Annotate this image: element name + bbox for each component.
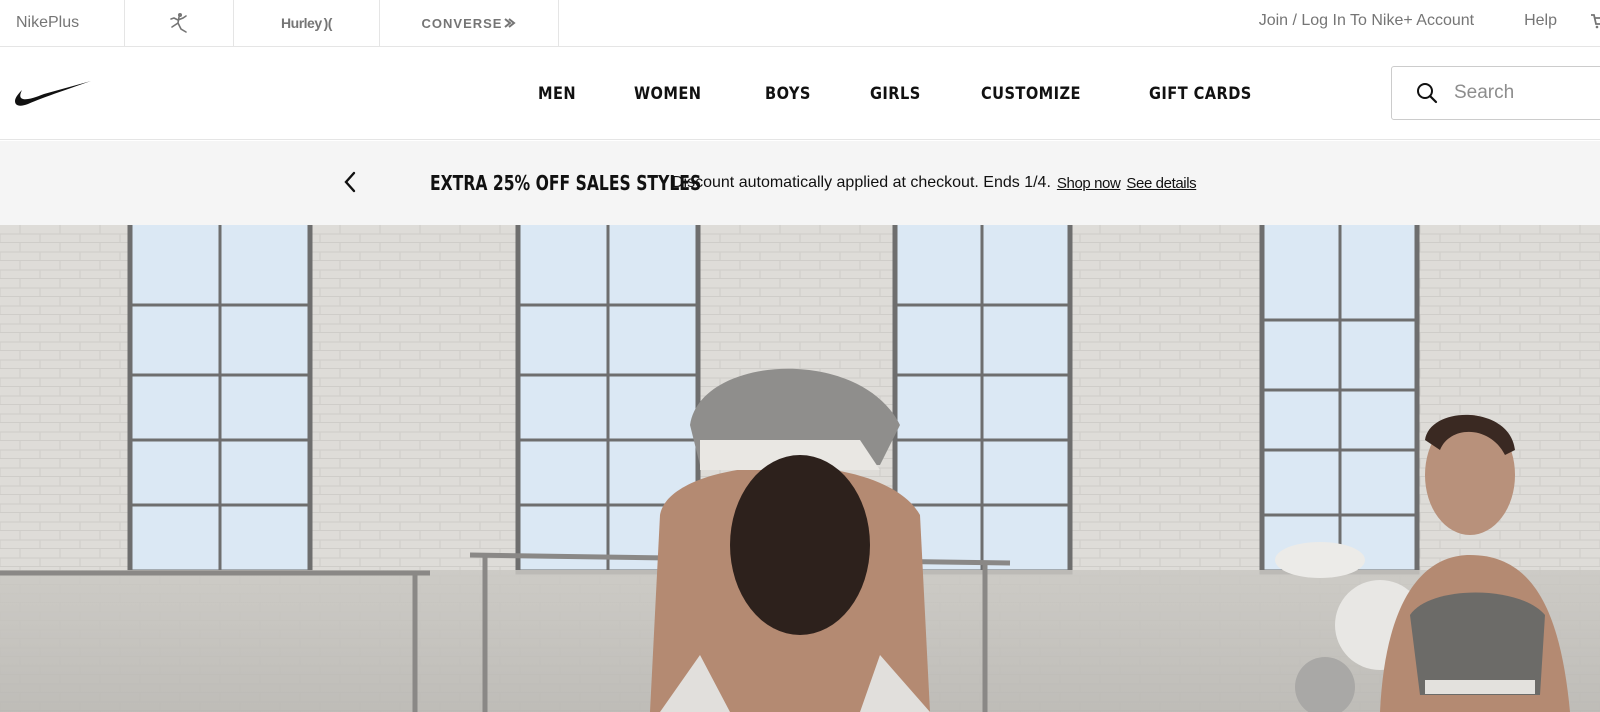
utility-bar: NikePlus Hurley )( CONVERSE Join / Log I… [0, 0, 1600, 47]
chevron-left-icon [344, 171, 356, 193]
search-icon[interactable] [1416, 82, 1438, 104]
hero-illustration [0, 225, 1600, 712]
converse-logo: CONVERSE [421, 15, 503, 31]
search-input[interactable] [1454, 82, 1594, 104]
primary-nav: MEN WOMEN BOYS GIRLS CUSTOMIZE GIFT CARD… [538, 47, 1321, 140]
jordan-jumpman-logo [170, 13, 187, 33]
nav-boys[interactable]: BOYS [765, 84, 811, 104]
see-details-link[interactable]: See details [1126, 175, 1196, 192]
promo-prev-button[interactable] [339, 167, 361, 197]
converse-arrow-icon [504, 18, 517, 28]
hurley-link[interactable]: Hurley )( [234, 0, 380, 46]
promo-text: Discount automatically applied at checko… [672, 174, 1051, 191]
nike-swoosh-logo[interactable] [14, 79, 92, 107]
nikeplus-link[interactable]: NikePlus [0, 0, 125, 46]
hurley-mark-icon: )( [323, 15, 333, 31]
nav-customize[interactable]: CUSTOMIZE [981, 84, 1081, 104]
athlete-center [650, 368, 930, 712]
nav-women[interactable]: WOMEN [634, 84, 701, 104]
utility-right: Join / Log In To Nike+ Account Help [1244, 0, 1600, 41]
search-box[interactable] [1391, 66, 1600, 120]
login-link[interactable]: Join / Log In To Nike+ Account [1244, 12, 1489, 30]
promo-headline: EXTRA 25% OFF SALES STYLES [430, 171, 702, 195]
cart-icon[interactable] [1590, 13, 1600, 29]
jordan-link[interactable] [125, 0, 234, 46]
nav-gift-cards[interactable]: GIFT CARDS [1149, 84, 1252, 104]
help-link[interactable]: Help [1509, 12, 1572, 30]
promo-banner: EXTRA 25% OFF SALES STYLES Discount auto… [0, 141, 1600, 225]
nikeplus-label: NikePlus [16, 14, 80, 31]
main-nav: MEN WOMEN BOYS GIRLS CUSTOMIZE GIFT CARD… [0, 47, 1600, 140]
hurley-logo: Hurley [281, 15, 322, 31]
hero-image[interactable] [0, 225, 1600, 712]
shop-now-link[interactable]: Shop now [1057, 175, 1121, 192]
nav-girls[interactable]: GIRLS [870, 84, 921, 104]
nav-men[interactable]: MEN [538, 84, 576, 104]
promo-content: EXTRA 25% OFF SALES STYLES Discount auto… [430, 141, 1197, 225]
converse-link[interactable]: CONVERSE [380, 0, 559, 46]
